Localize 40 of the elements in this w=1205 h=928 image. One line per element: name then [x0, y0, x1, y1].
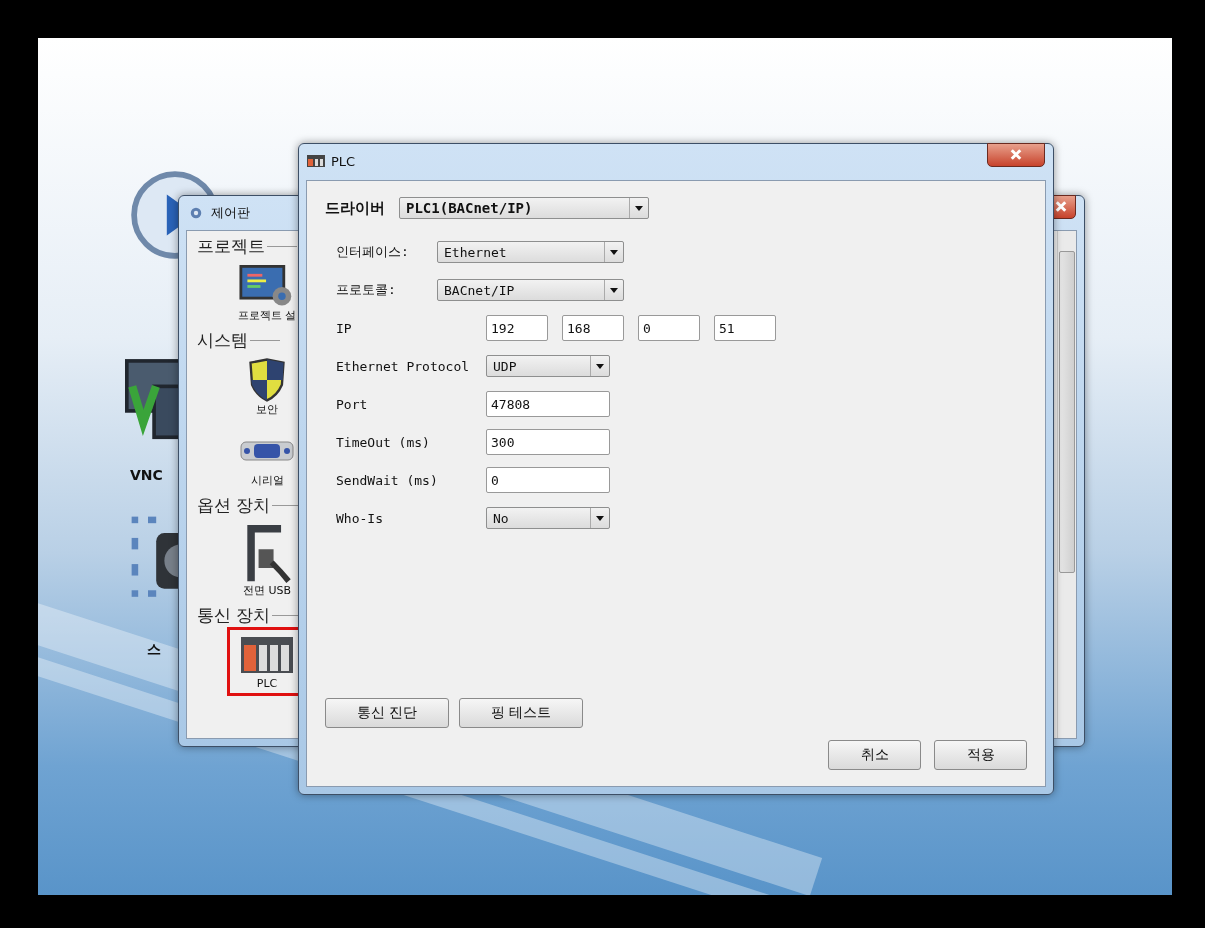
field-label: TimeOut (ms): [336, 434, 431, 450]
window-title: PLC: [331, 153, 356, 169]
field-label: Who-Is: [336, 510, 384, 526]
input-field[interactable]: 47808: [486, 391, 610, 417]
ip-octet-field[interactable]: 0: [638, 315, 700, 341]
dropdown[interactable]: UDP: [486, 355, 610, 377]
control-panel-item[interactable]: 시리얼: [227, 423, 307, 494]
input-field[interactable]: 0: [486, 467, 610, 493]
ip-octet-field[interactable]: 51: [714, 315, 776, 341]
field-label: Ethernet Protocol: [336, 358, 471, 374]
dialog-button[interactable]: 통신 진단: [325, 698, 449, 728]
control-panel-item[interactable]: 보안: [227, 352, 307, 423]
field-label: IP: [336, 320, 353, 336]
dialog-button[interactable]: 취소: [828, 740, 921, 770]
scrollbar[interactable]: [1057, 231, 1076, 738]
plc-rack-icon: [307, 154, 325, 168]
close-button[interactable]: [987, 143, 1045, 167]
driver-dropdown[interactable]: PLC1(BACnet/IP): [399, 197, 649, 219]
window-title: 제어판: [211, 204, 250, 222]
ip-octet-field[interactable]: 192: [486, 315, 548, 341]
field-label: 프로토콜:: [336, 281, 397, 299]
dropdown[interactable]: No: [486, 507, 610, 529]
field-label: Port: [336, 396, 369, 412]
section-title: 시스템: [197, 329, 248, 352]
icon-label: 스: [147, 641, 161, 659]
dropdown[interactable]: Ethernet: [437, 241, 624, 263]
section-title: 옵션 장치: [197, 494, 271, 517]
dialog-button[interactable]: 적용: [934, 740, 1027, 770]
dropdown[interactable]: BACnet/IP: [437, 279, 624, 301]
control-panel-item[interactable]: 프로젝트 설: [227, 258, 307, 329]
field-label: 인터페이스:: [336, 243, 410, 261]
field-label: SendWait (ms): [336, 472, 439, 488]
driver-label: 드라이버: [325, 198, 385, 218]
control-panel-item[interactable]: 전면 USB: [227, 517, 307, 604]
input-field[interactable]: 300: [486, 429, 610, 455]
dialog-button[interactable]: 핑 테스트: [459, 698, 583, 728]
section-title: 통신 장치: [197, 604, 271, 627]
icon-label: VNC: [130, 467, 163, 483]
ip-octet-field[interactable]: 168: [562, 315, 624, 341]
section-title: 프로젝트: [197, 235, 265, 258]
